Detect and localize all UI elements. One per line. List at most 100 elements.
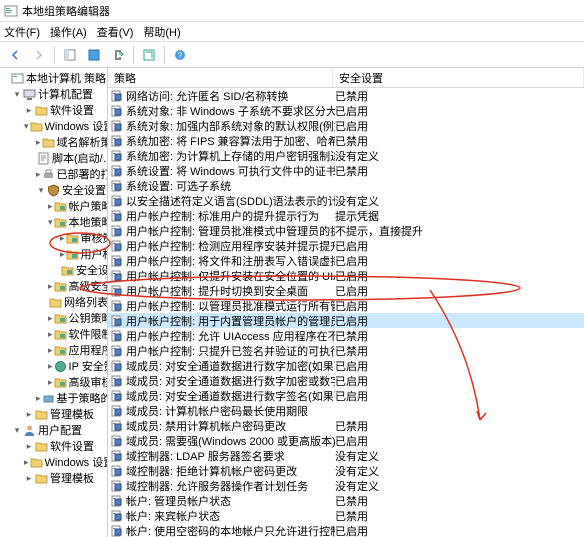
expand-icon[interactable]: ▸ — [36, 137, 41, 147]
expand-icon[interactable]: ▸ — [24, 457, 29, 467]
policy-row[interactable]: 用户帐户控制: 仅提升安装在安全位置的 UIAccess 应用程序已启用 — [108, 268, 584, 283]
policy-row[interactable]: 网络访问: 允许匿名 SID/名称转换已禁用 — [108, 88, 584, 103]
policy-name: 系统加密: 将 FIPS 兼容算法用于加密、哈希和签名 — [126, 133, 335, 149]
tree-item[interactable]: ▸管理模板 — [0, 470, 107, 486]
policy-row[interactable]: 系统加密: 将 FIPS 兼容算法用于加密、哈希和签名已禁用 — [108, 133, 584, 148]
policy-row[interactable]: 系统对象: 加强内部系统对象的默认权限(例如, 符号链接)已启用 — [108, 118, 584, 133]
expand-icon[interactable]: ▸ — [48, 329, 53, 339]
policy-row[interactable]: 域控制器: 允许服务器操作者计划任务没有定义 — [108, 478, 584, 493]
expand-icon[interactable]: ▸ — [48, 345, 53, 355]
expand-icon[interactable]: ▸ — [48, 281, 53, 291]
tree-item[interactable]: 脚本(启动/… — [0, 150, 107, 166]
toolbar-separator — [164, 46, 165, 64]
policy-row[interactable]: 域成员: 禁用计算机帐户密码更改已禁用 — [108, 418, 584, 433]
collapse-icon[interactable]: ▾ — [36, 185, 46, 195]
policy-setting: 已启用 — [335, 313, 368, 329]
menu-action[interactable]: 操作(A) — [50, 24, 87, 40]
tree-item[interactable]: ▾安全设置 — [0, 182, 107, 198]
policy-row[interactable]: 用户帐户控制: 以管理员批准模式运行所有管理员已启用 — [108, 298, 584, 313]
policy-row[interactable]: 用户帐户控制: 只提升已签名并验证的可执行文件已禁用 — [108, 343, 584, 358]
tree-item[interactable]: ▸用户权… — [0, 246, 107, 262]
tree-item[interactable]: ▾本地策略 — [0, 214, 107, 230]
expand-icon[interactable]: ▸ — [36, 393, 41, 403]
tree-item[interactable]: ▸基于策略的… — [0, 390, 107, 406]
policy-row[interactable]: 域成员: 对安全通道数据进行数字签名(如果可能)已启用 — [108, 388, 584, 403]
policy-name: 域控制器: 允许服务器操作者计划任务 — [126, 478, 335, 494]
policy-row[interactable]: 以安全描述符定义语言(SDDL)语法表示的计算机访问限制没有定义 — [108, 193, 584, 208]
tree-item[interactable]: 本地计算机 策略 — [0, 70, 107, 86]
tree-item[interactable]: ▸软件设置 — [0, 438, 107, 454]
policy-row[interactable]: 用户帐户控制: 检测应用程序安装并提示提升已启用 — [108, 238, 584, 253]
collapse-icon[interactable]: ▾ — [24, 121, 29, 131]
properties-button[interactable] — [83, 44, 105, 66]
tree-item[interactable]: ▾计算机配置 — [0, 86, 107, 102]
expand-icon[interactable]: ▸ — [24, 105, 34, 115]
expand-icon[interactable]: ▸ — [36, 169, 41, 179]
policy-row[interactable]: 帐户: 来宾帐户状态已禁用 — [108, 508, 584, 523]
tree-item[interactable]: 网络列表… — [0, 294, 107, 310]
menu-file[interactable]: 文件(F) — [4, 24, 40, 40]
expand-icon[interactable]: ▸ — [24, 441, 34, 451]
expand-icon[interactable]: ▸ — [48, 377, 53, 387]
export-button[interactable] — [107, 44, 129, 66]
collapse-icon[interactable]: ▾ — [12, 425, 22, 435]
policy-row[interactable]: 系统对象: 非 Windows 子系统不要求区分大小写已启用 — [108, 103, 584, 118]
tree-item[interactable]: 安全设… — [0, 262, 107, 278]
policy-icon — [110, 239, 124, 253]
tree-item[interactable]: ▸高级审核… — [0, 374, 107, 390]
policy-row[interactable]: 域成员: 对安全通道数据进行数字加密或数字签名(始终)已启用 — [108, 373, 584, 388]
policy-row[interactable]: 系统设置: 将 Windows 可执行文件中的证书规则用于软件…已禁用 — [108, 163, 584, 178]
policy-row[interactable]: 系统设置: 可选子系统 — [108, 178, 584, 193]
tree-item[interactable]: ▸应用程序… — [0, 342, 107, 358]
policy-row[interactable]: 用户帐户控制: 标准用户的提升提示行为提示凭据 — [108, 208, 584, 223]
column-policy[interactable]: 策略 — [108, 68, 333, 87]
list-pane[interactable]: 策略 安全设置 网络访问: 允许匿名 SID/名称转换已禁用系统对象: 非 Wi… — [108, 68, 584, 537]
show-hide-tree-button[interactable] — [59, 44, 81, 66]
expand-icon[interactable]: ▸ — [60, 249, 65, 259]
policy-row[interactable]: 用户帐户控制: 提升时切换到安全桌面已启用 — [108, 283, 584, 298]
tree-item[interactable]: ▸Windows 设置 — [0, 454, 107, 470]
expand-icon[interactable]: ▸ — [48, 361, 53, 371]
expand-icon[interactable]: ▸ — [48, 313, 53, 323]
policy-row[interactable]: 帐户: 使用空密码的本地帐户只允许进行控制台登录已启用 — [108, 523, 584, 537]
help-button[interactable]: ? — [169, 44, 191, 66]
tree-item[interactable]: ▸IP 安全策… — [0, 358, 107, 374]
policy-row[interactable]: 用户帐户控制: 管理员批准模式中管理员的提升权限提示的…不提示，直接提升 — [108, 223, 584, 238]
tree-item[interactable]: ▸管理模板 — [0, 406, 107, 422]
tree-pane[interactable]: 本地计算机 策略▾计算机配置▸软件设置▾Windows 设置▸域名解析策略脚本(… — [0, 68, 108, 537]
policy-row[interactable]: 用户帐户控制: 允许 UIAccess 应用程序在不使用安全桌面…已禁用 — [108, 328, 584, 343]
tree-item[interactable]: ▾用户配置 — [0, 422, 107, 438]
refresh-button[interactable] — [138, 44, 160, 66]
tree-item[interactable]: ▾Windows 设置 — [0, 118, 107, 134]
expand-icon[interactable]: ▸ — [24, 409, 34, 419]
policy-row[interactable]: 系统加密: 为计算机上存储的用户密钥强制进行强密钥保护没有定义 — [108, 148, 584, 163]
tree-item[interactable]: ▸软件设置 — [0, 102, 107, 118]
policy-row[interactable]: 用户帐户控制: 用于内置管理员帐户的管理员批准模式已启用 — [108, 313, 584, 328]
forward-button[interactable] — [28, 44, 50, 66]
script-icon — [37, 152, 50, 165]
expand-icon[interactable]: ▸ — [60, 233, 65, 243]
menu-view[interactable]: 查看(V) — [97, 24, 134, 40]
expand-icon[interactable]: ▸ — [48, 201, 53, 211]
tree-item[interactable]: ▸已部署的打… — [0, 166, 107, 182]
policy-row[interactable]: 域成员: 计算机帐户密码最长使用期限 — [108, 403, 584, 418]
tree-item[interactable]: ▸审核策… — [0, 230, 107, 246]
collapse-icon[interactable]: ▾ — [48, 217, 53, 227]
column-setting[interactable]: 安全设置 — [333, 68, 584, 87]
tree-item[interactable]: ▸公钥策略 — [0, 310, 107, 326]
expand-icon[interactable]: ▸ — [24, 473, 34, 483]
tree-item[interactable]: ▸高级安全… — [0, 278, 107, 294]
policy-row[interactable]: 域控制器: 拒绝计算机帐户密码更改没有定义 — [108, 463, 584, 478]
tree-item[interactable]: ▸域名解析策略 — [0, 134, 107, 150]
policy-row[interactable]: 域成员: 对安全通道数据进行数字加密(如果可能)已启用 — [108, 358, 584, 373]
tree-item[interactable]: ▸软件限制… — [0, 326, 107, 342]
policy-row[interactable]: 域成员: 需要强(Windows 2000 或更高版本)会话密钥已启用 — [108, 433, 584, 448]
back-button[interactable] — [4, 44, 26, 66]
policy-row[interactable]: 域控制器: LDAP 服务器签名要求没有定义 — [108, 448, 584, 463]
tree-item[interactable]: ▸帐户策略 — [0, 198, 107, 214]
menu-help[interactable]: 帮助(H) — [143, 24, 180, 40]
collapse-icon[interactable]: ▾ — [12, 89, 22, 99]
policy-name: 帐户: 使用空密码的本地帐户只允许进行控制台登录 — [126, 523, 335, 537]
policy-row[interactable]: 帐户: 管理员帐户状态已禁用 — [108, 493, 584, 508]
policy-row[interactable]: 用户帐户控制: 将文件和注册表写入错误虚拟化到每用户位置已启用 — [108, 253, 584, 268]
